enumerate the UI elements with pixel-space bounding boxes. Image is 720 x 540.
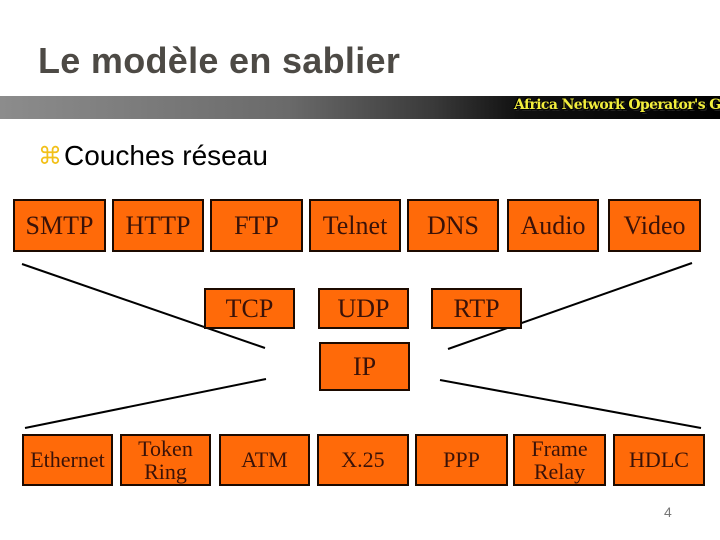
protocol-label: RTP	[453, 293, 500, 323]
protocol-label: UDP	[337, 293, 390, 323]
protocol-label: PPP	[443, 447, 480, 473]
protocol-label: HDLC	[629, 447, 689, 473]
protocol-label: Video	[623, 210, 686, 240]
protocol-box-ip: IP	[319, 342, 410, 391]
protocol-box-rtp: RTP	[431, 288, 522, 329]
protocol-label: IP	[352, 351, 377, 381]
protocol-box-http: HTTP	[112, 199, 204, 252]
protocol-box-x25: X.25	[317, 434, 409, 486]
protocol-label: Telnet	[322, 210, 388, 240]
protocol-box-hdlc: HDLC	[613, 434, 705, 486]
protocol-box-atm: ATM	[219, 434, 310, 486]
protocol-label: HTTP	[125, 210, 191, 240]
protocol-box-video: Video	[608, 199, 701, 252]
protocol-label: X.25	[341, 447, 385, 473]
page-number: 4	[664, 504, 672, 520]
protocol-box-ethernet: Ethernet	[22, 434, 113, 486]
protocol-label: Ethernet	[30, 447, 105, 473]
protocol-label: DNS	[426, 210, 479, 240]
protocol-box-tcp: TCP	[204, 288, 295, 329]
protocol-box-smtp: SMTP	[13, 199, 106, 252]
protocol-label: Frame Relay	[531, 435, 588, 484]
protocol-box-audio: Audio	[507, 199, 599, 252]
protocol-label: SMTP	[25, 210, 94, 240]
protocol-box-telnet: Telnet	[309, 199, 401, 252]
protocol-label: FTP	[234, 210, 279, 240]
protocol-box-udp: UDP	[318, 288, 409, 329]
protocol-label: TCP	[225, 293, 274, 323]
protocol-label: Token Ring	[138, 435, 193, 484]
protocol-box-ftp: FTP	[210, 199, 303, 252]
hourglass-line-lower-left	[24, 378, 267, 429]
protocol-box-ppp: PPP	[415, 434, 508, 486]
hourglass-line-lower-right	[439, 379, 702, 429]
protocol-box-frame-relay: Frame Relay	[513, 434, 606, 486]
protocol-box-token-ring: Token Ring	[120, 434, 211, 486]
protocol-label: Audio	[520, 210, 586, 240]
protocol-label: ATM	[241, 447, 288, 473]
protocol-box-dns: DNS	[407, 199, 499, 252]
